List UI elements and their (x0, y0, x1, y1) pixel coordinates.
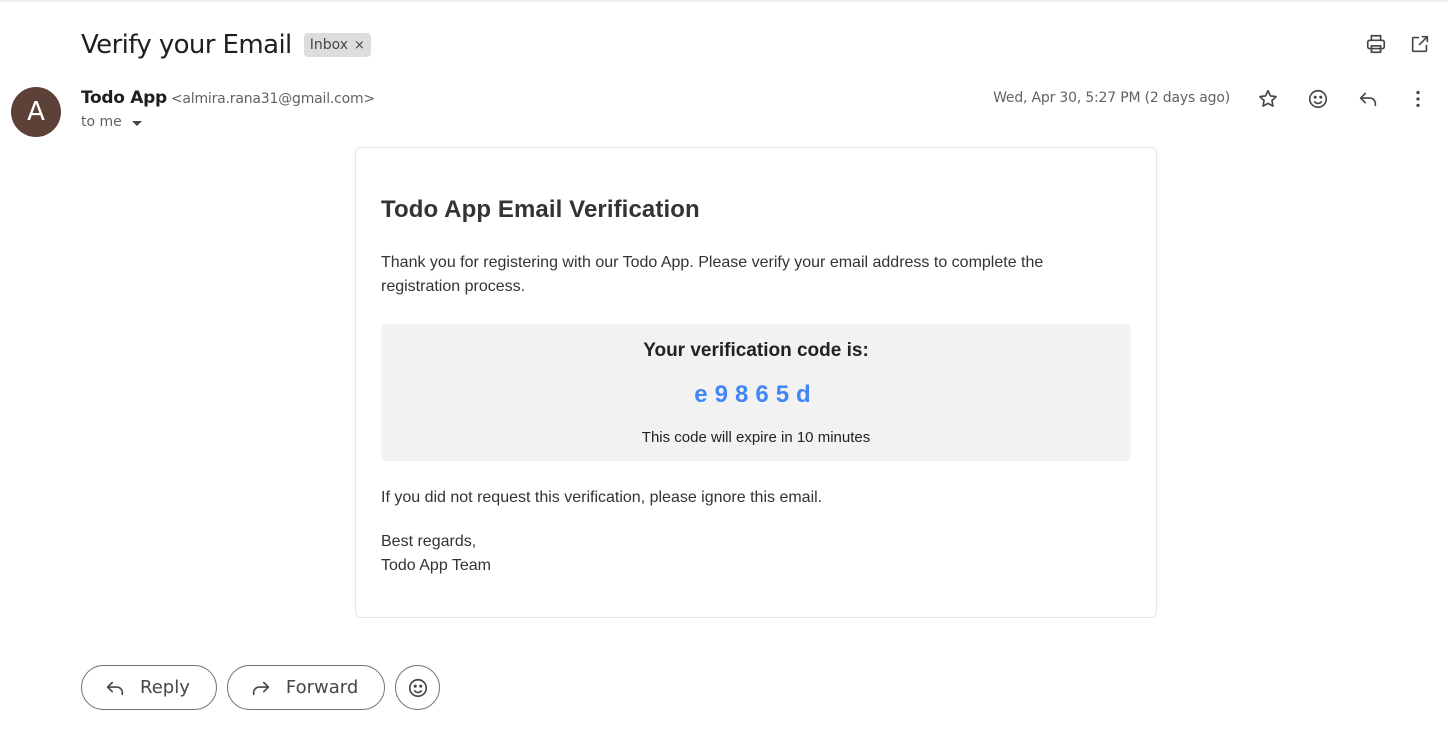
remove-label-button[interactable]: × (354, 38, 365, 53)
thread-actions (1364, 32, 1432, 56)
print-icon[interactable] (1364, 32, 1388, 56)
verification-code: e9865d (694, 381, 818, 408)
recipient-details-toggle[interactable]: to me (81, 114, 142, 130)
ignore-note: If you did not request this verification… (381, 489, 823, 506)
bottom-actions: Reply Forward (81, 665, 441, 710)
reply-icon (106, 681, 124, 695)
forward-icon (252, 681, 270, 695)
more-vert-icon[interactable] (1406, 87, 1430, 111)
top-divider (0, 0, 1448, 2)
recipient-text: to me (81, 114, 122, 130)
email-heading: Todo App Email Verification (381, 196, 700, 223)
forward-button[interactable]: Forward (226, 665, 386, 710)
emoji-reaction-button[interactable] (395, 665, 441, 710)
reply-icon[interactable] (1356, 87, 1380, 111)
avatar[interactable]: A (11, 87, 61, 137)
sign-off: Best regards, (381, 533, 477, 550)
forward-label: Forward (285, 677, 359, 698)
inbox-label-chip[interactable]: Inbox × (303, 33, 371, 57)
signature-block: Best regards, Todo App Team (381, 530, 491, 578)
reply-label: Reply (140, 677, 190, 698)
verification-code-box: Your verification code is: e9865d This c… (381, 324, 1131, 461)
email-subject: Verify your Email (81, 30, 292, 60)
email-body-card: Todo App Email Verification Thank you fo… (355, 147, 1157, 618)
signature: Todo App Team (381, 557, 492, 574)
intro-text: Thank you for registering with our Todo … (381, 254, 1044, 295)
subject-row: Verify your Email Inbox × (81, 28, 371, 62)
code-title: Your verification code is: (643, 340, 869, 361)
expire-note: This code will expire in 10 minutes (641, 429, 871, 446)
sender-name[interactable]: Todo App (81, 88, 167, 108)
sender-email: <almira.rana31@gmail.com> (170, 91, 375, 107)
emoji-icon[interactable] (1306, 87, 1330, 111)
chevron-down-icon (131, 120, 142, 126)
open-in-new-icon[interactable] (1408, 32, 1432, 56)
reply-button[interactable]: Reply (81, 665, 217, 710)
message-actions (1256, 87, 1430, 111)
label-text: Inbox (309, 37, 348, 53)
email-date: Wed, Apr 30, 5:27 PM (2 days ago) (993, 90, 1230, 106)
emoji-icon (408, 678, 427, 697)
star-icon[interactable] (1256, 87, 1280, 111)
sender-line: Todo App <almira.rana31@gmail.com> (81, 88, 375, 108)
